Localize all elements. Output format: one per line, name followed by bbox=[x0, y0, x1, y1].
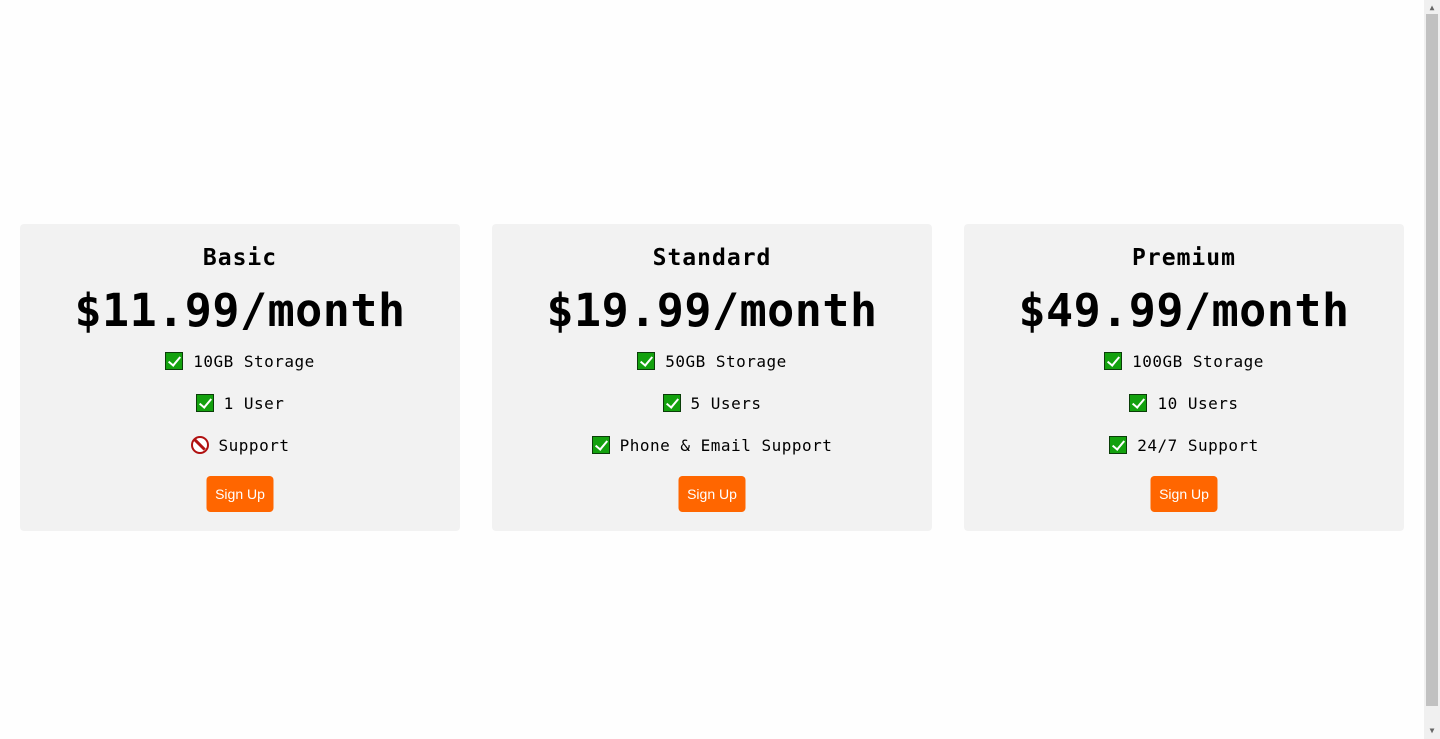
check-icon bbox=[591, 436, 610, 454]
feature-list: 100GB Storage 10 Users 24/7 Support bbox=[964, 350, 1404, 476]
feature-label: 10 Users bbox=[1157, 394, 1239, 413]
feature-label: Support bbox=[218, 436, 290, 455]
scroll-down-arrow-icon[interactable]: ▼ bbox=[1424, 723, 1440, 739]
feature-item: 10 Users bbox=[964, 392, 1404, 434]
feature-label: 50GB Storage bbox=[665, 352, 787, 371]
plan-price: $19.99/month bbox=[546, 284, 878, 337]
plan-name: Standard bbox=[652, 245, 772, 271]
sign-up-button[interactable]: Sign Up bbox=[678, 476, 746, 512]
check-icon bbox=[1104, 352, 1123, 370]
feature-item: 50GB Storage bbox=[492, 350, 932, 392]
plan-name: Basic bbox=[202, 245, 278, 271]
feature-item: Support bbox=[20, 434, 460, 476]
pricing-card-basic: Basic $11.99/month 10GB Storage 1 User S… bbox=[20, 224, 460, 531]
check-icon bbox=[195, 394, 214, 412]
check-icon bbox=[1129, 394, 1148, 412]
feature-list: 50GB Storage 5 Users Phone & Email Suppo… bbox=[492, 350, 932, 476]
feature-label: 1 User bbox=[223, 394, 285, 413]
pricing-cards: Basic $11.99/month 10GB Storage 1 User S… bbox=[20, 224, 1404, 531]
feature-label: 5 Users bbox=[690, 394, 762, 413]
check-icon bbox=[165, 352, 184, 370]
feature-label: 100GB Storage bbox=[1132, 352, 1264, 371]
feature-item: Phone & Email Support bbox=[492, 434, 932, 476]
feature-item: 100GB Storage bbox=[964, 350, 1404, 392]
feature-item: 5 Users bbox=[492, 392, 932, 434]
feature-item: 1 User bbox=[20, 392, 460, 434]
feature-item: 10GB Storage bbox=[20, 350, 460, 392]
scrollbar-thumb[interactable] bbox=[1426, 14, 1438, 706]
pricing-card-standard: Standard $19.99/month 50GB Storage 5 Use… bbox=[492, 224, 932, 531]
feature-item: 24/7 Support bbox=[964, 434, 1404, 476]
feature-list: 10GB Storage 1 User Support bbox=[20, 350, 460, 476]
feature-label: 24/7 Support bbox=[1137, 436, 1259, 455]
plan-name: Premium bbox=[1132, 245, 1236, 271]
check-icon bbox=[1109, 436, 1128, 454]
check-icon bbox=[637, 352, 656, 370]
plan-price: $49.99/month bbox=[1018, 284, 1350, 337]
no-entry-icon bbox=[190, 436, 209, 454]
pricing-card-premium: Premium $49.99/month 100GB Storage 10 Us… bbox=[964, 224, 1404, 531]
sign-up-button[interactable]: Sign Up bbox=[1150, 476, 1218, 512]
feature-label: 10GB Storage bbox=[193, 352, 315, 371]
check-icon bbox=[662, 394, 681, 412]
vertical-scrollbar[interactable]: ▲ ▼ bbox=[1424, 0, 1440, 739]
sign-up-button[interactable]: Sign Up bbox=[206, 476, 274, 512]
feature-label: Phone & Email Support bbox=[619, 436, 833, 455]
plan-price: $11.99/month bbox=[74, 284, 406, 337]
